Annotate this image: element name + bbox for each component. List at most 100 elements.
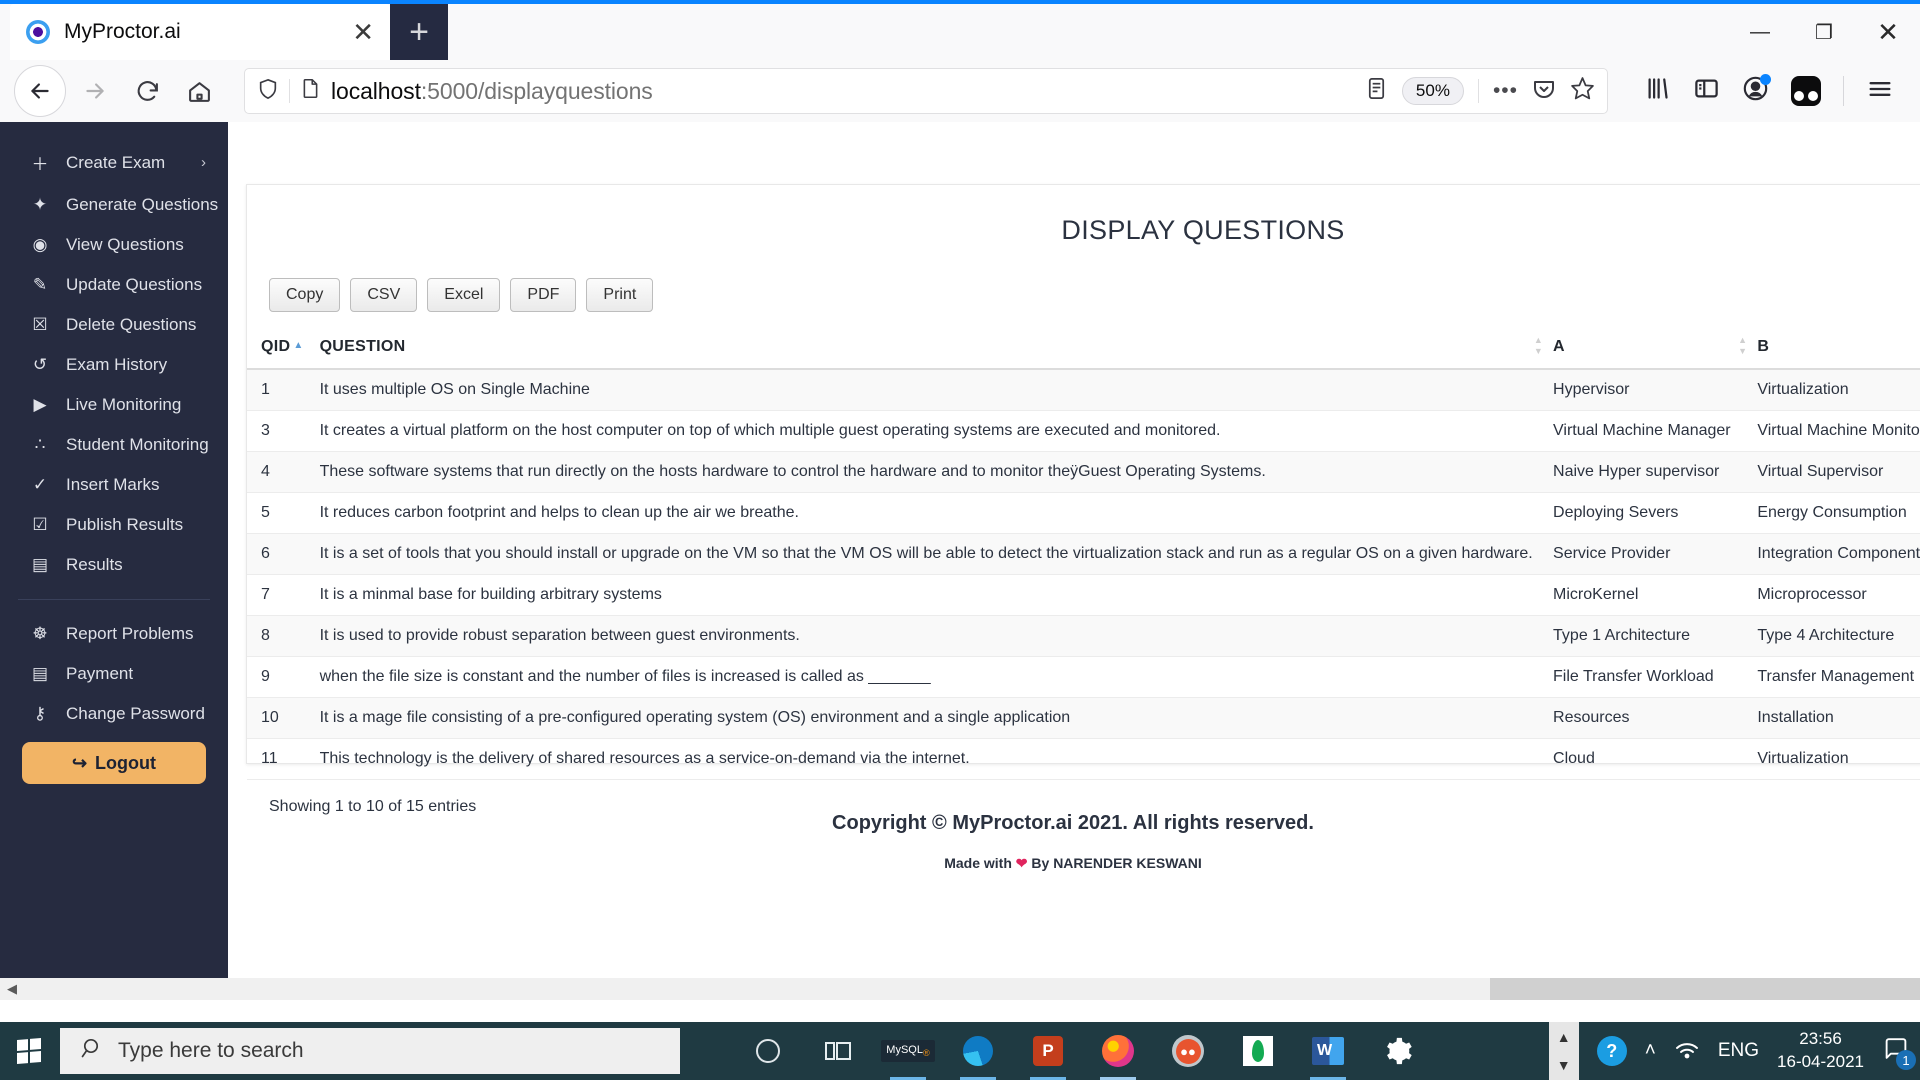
new-tab-button[interactable]: +	[390, 4, 448, 60]
column-header-b[interactable]: B	[1757, 328, 1920, 369]
horizontal-scrollbar[interactable]: ◀	[0, 978, 1920, 1000]
sidebar-item-results[interactable]: ▤ Results	[0, 545, 228, 585]
sidebar-item-publish-results[interactable]: ☑ Publish Results	[0, 505, 228, 545]
help-icon[interactable]: ?	[1597, 1036, 1627, 1066]
powerpoint-icon[interactable]: P	[1016, 1022, 1080, 1080]
sidebar-item-payment[interactable]: ▤ Payment	[0, 654, 228, 694]
window-controls: — ❐ ✕	[1728, 4, 1920, 60]
home-icon[interactable]	[176, 68, 222, 114]
close-window-button[interactable]: ✕	[1856, 4, 1920, 60]
taskbar-overflow-arrows[interactable]: ▲ ▼	[1549, 1022, 1579, 1080]
scrollbar-thumb[interactable]	[24, 978, 1490, 1000]
sidebar-item-insert-marks[interactable]: ✓ Insert Marks	[0, 465, 228, 505]
library-icon[interactable]	[1644, 75, 1671, 107]
reader-view-icon[interactable]	[1365, 77, 1388, 105]
table-row[interactable]: 3It creates a virtual platform on the ho…	[247, 411, 1920, 452]
table-row[interactable]: 4These software systems that run directl…	[247, 452, 1920, 493]
show-hidden-icons-icon[interactable]: ˄	[1645, 1040, 1656, 1062]
csv-button[interactable]: CSV	[350, 278, 417, 312]
settings-icon[interactable]	[1366, 1022, 1430, 1080]
bookmark-star-icon[interactable]	[1570, 76, 1595, 106]
taskbar-clock[interactable]: 23:56 16-04-2021	[1777, 1028, 1864, 1074]
sidebar-item-label: Insert Marks	[66, 475, 160, 495]
forward-arrow-icon[interactable]	[72, 68, 118, 114]
url-text[interactable]: localhost:5000/displayquestions	[331, 78, 1355, 105]
zoom-level-badge[interactable]: 50%	[1402, 77, 1464, 105]
maximize-button[interactable]: ❐	[1792, 4, 1856, 60]
table-row[interactable]: 10It is a mage file consisting of a pre-…	[247, 698, 1920, 739]
minimize-button[interactable]: —	[1728, 4, 1792, 60]
cell-question: It is a mage file consisting of a pre-co…	[314, 698, 1553, 739]
footer-copyright: Copyright © MyProctor.ai 2021. All right…	[228, 812, 1918, 835]
sidebar-item-delete-questions[interactable]: ☒ Delete Questions	[0, 305, 228, 345]
table-row[interactable]: 6It is a set of tools that you should in…	[247, 534, 1920, 575]
pocket-icon[interactable]	[1532, 77, 1556, 106]
column-header-question[interactable]: QUESTION	[314, 328, 1553, 369]
word-icon[interactable]: W	[1296, 1022, 1360, 1080]
shield-icon[interactable]	[257, 78, 279, 105]
firefox-icon[interactable]	[1086, 1022, 1150, 1080]
scroll-left-arrow-icon[interactable]: ◀	[0, 978, 24, 1000]
cell-question: It is a set of tools that you should ins…	[314, 534, 1553, 575]
notifications-icon[interactable]: 1	[1882, 1036, 1910, 1066]
browser-tab[interactable]: MyProctor.ai ✕	[10, 4, 390, 60]
chevron-up-icon[interactable]: ▲	[1557, 1029, 1571, 1045]
sidebar-item-exam-history[interactable]: ↺ Exam History	[0, 345, 228, 385]
table-row[interactable]: 5It reduces carbon footprint and helps t…	[247, 493, 1920, 534]
more-actions-icon[interactable]: •••	[1493, 79, 1518, 103]
close-tab-icon[interactable]: ✕	[352, 19, 374, 45]
clipboard-check-icon: ☑	[30, 515, 50, 535]
sidebar-item-update-questions[interactable]: ✎ Update Questions	[0, 265, 228, 305]
edge-icon[interactable]	[946, 1022, 1010, 1080]
container-icon[interactable]	[1791, 76, 1821, 106]
column-header-a[interactable]: A	[1553, 328, 1757, 369]
table-row[interactable]: 8It is used to provide robust separation…	[247, 616, 1920, 657]
taskbar-search-input[interactable]: Type here to search	[60, 1028, 680, 1074]
table-row[interactable]: 7It is a minmal base for building arbitr…	[247, 575, 1920, 616]
navigation-toolbar: localhost:5000/displayquestions 50% •••	[0, 60, 1920, 122]
windows-taskbar: Type here to search MySQL® P ●●	[0, 1022, 1920, 1080]
table-row[interactable]: 9when the file size is constant and the …	[247, 657, 1920, 698]
address-bar[interactable]: localhost:5000/displayquestions 50% •••	[244, 68, 1608, 114]
copy-button[interactable]: Copy	[269, 278, 340, 312]
cell-qid: 3	[247, 411, 314, 452]
column-header-qid[interactable]: QID	[247, 328, 314, 369]
cell-question: It is used to provide robust separation …	[314, 616, 1553, 657]
print-button[interactable]: Print	[586, 278, 653, 312]
sidebar-icon[interactable]	[1693, 75, 1720, 107]
table-header-row: QID QUESTION A B C	[247, 328, 1920, 369]
hamburger-menu-icon[interactable]	[1866, 75, 1906, 108]
reload-icon[interactable]	[124, 68, 170, 114]
cell-a: Service Provider	[1553, 534, 1757, 575]
footer-credit: Made with ❤ By NARENDER KESWANI	[228, 855, 1918, 872]
task-view-icon[interactable]	[806, 1022, 870, 1080]
cell-a: Hypervisor	[1553, 369, 1757, 411]
sidebar-item-create-exam[interactable]: ＋ Create Exam ›	[0, 140, 228, 185]
owl-app-icon[interactable]: ●●	[1156, 1022, 1220, 1080]
language-indicator[interactable]: ENG	[1718, 1040, 1759, 1062]
account-icon[interactable]	[1742, 75, 1769, 107]
sidebar-item-report-problems[interactable]: ☸ Report Problems	[0, 614, 228, 654]
table-row[interactable]: 1It uses multiple OS on Single MachineHy…	[247, 369, 1920, 411]
sidebar-item-view-questions[interactable]: ◉ View Questions	[0, 225, 228, 265]
back-arrow-icon[interactable]	[14, 65, 66, 117]
clock-date: 16-04-2021	[1777, 1052, 1864, 1071]
mongodb-icon[interactable]	[1226, 1022, 1290, 1080]
pdf-button[interactable]: PDF	[510, 278, 576, 312]
logout-button[interactable]: ↪ Logout	[22, 742, 206, 784]
sidebar-item-student-monitoring[interactable]: ∴ Student Monitoring	[0, 425, 228, 465]
cell-question: It reduces carbon footprint and helps to…	[314, 493, 1553, 534]
table-row[interactable]: 11This technology is the delivery of sha…	[247, 739, 1920, 780]
excel-button[interactable]: Excel	[427, 278, 500, 312]
sidebar-item-generate-questions[interactable]: ✦ Generate Questions	[0, 185, 228, 225]
sidebar-item-change-password[interactable]: ⚷ Change Password	[0, 694, 228, 734]
cortana-icon[interactable]	[736, 1022, 800, 1080]
chevron-down-icon[interactable]: ▼	[1557, 1057, 1571, 1073]
sidebar-item-live-monitoring[interactable]: ▶ Live Monitoring	[0, 385, 228, 425]
cell-a: File Transfer Workload	[1553, 657, 1757, 698]
wifi-icon[interactable]	[1674, 1039, 1700, 1064]
scrollbar-track[interactable]	[1490, 978, 1920, 1000]
windows-start-icon[interactable]	[0, 1022, 58, 1080]
mysql-icon[interactable]: MySQL®	[876, 1022, 940, 1080]
cell-b: Integration Components	[1757, 534, 1920, 575]
